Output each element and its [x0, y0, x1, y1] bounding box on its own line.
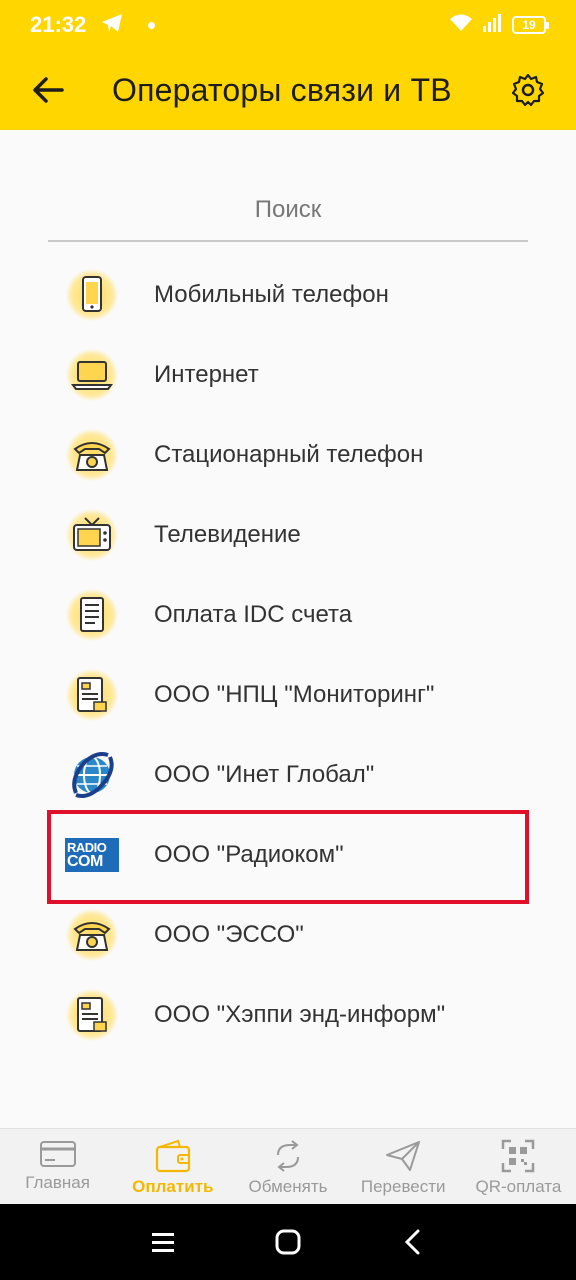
list-item-tv[interactable]: Телевидение	[0, 495, 576, 575]
search-field[interactable]	[48, 180, 528, 242]
page-title: Операторы связи и ТВ	[112, 71, 452, 108]
nav-label: Главная	[25, 1173, 90, 1192]
list-item-label: ООО "НПЦ "Мониторинг"	[154, 681, 435, 708]
home-circle-icon	[275, 1229, 301, 1255]
list-item-npc-monitoring[interactable]: ООО "НПЦ "Мониторинг"	[0, 655, 576, 735]
list-item-label: ООО "ЭССО"	[154, 921, 304, 948]
list-item-landline[interactable]: Стационарный телефон	[0, 415, 576, 495]
list-item-mobile[interactable]: Мобильный телефон	[0, 255, 576, 335]
list-item-label: ООО "Радиоком"	[154, 841, 344, 868]
landline-phone-icon	[62, 905, 122, 965]
card-icon	[39, 1141, 76, 1167]
document-icon	[62, 665, 122, 725]
laptop-icon	[62, 345, 122, 405]
chevron-left-icon	[405, 1229, 420, 1255]
nav-item-pay[interactable]: Оплатить	[115, 1129, 230, 1204]
menu-icon	[151, 1233, 174, 1252]
list-item-label: Оплата IDC счета	[154, 601, 353, 628]
gear-icon	[511, 73, 545, 107]
status-bar: 21:32 19	[0, 0, 576, 50]
notification-dot-icon	[148, 21, 156, 29]
list-item-esso[interactable]: ООО "ЭССО"	[0, 895, 576, 975]
list-item-label: Интернет	[154, 361, 259, 388]
system-back-button[interactable]	[393, 1222, 433, 1262]
recent-apps-button[interactable]	[143, 1222, 183, 1262]
status-time: 21:32	[30, 12, 87, 37]
telegram-icon	[100, 12, 124, 39]
battery-icon: 19	[512, 16, 549, 34]
nav-label: Обменять	[248, 1177, 328, 1196]
list-item-internet[interactable]: Интернет	[0, 335, 576, 415]
list-item-label: Стационарный телефон	[154, 441, 424, 468]
tv-icon	[62, 505, 122, 565]
list-item-label: Мобильный телефон	[154, 281, 389, 308]
globe-icon	[62, 745, 122, 805]
document-icon	[62, 985, 122, 1045]
list-item-happy-end-inform[interactable]: ООО "Хэппи энд-информ"	[0, 975, 576, 1055]
list-item-label: ООО "Инет Глобал"	[154, 761, 375, 788]
send-icon	[386, 1141, 421, 1171]
nav-label: Оплатить	[132, 1177, 214, 1196]
nav-item-exchange[interactable]: Обменять	[230, 1129, 345, 1204]
exchange-icon	[277, 1140, 299, 1172]
wifi-icon	[448, 13, 474, 38]
signal-icon	[482, 13, 504, 38]
landline-phone-icon	[62, 425, 122, 485]
nav-item-home[interactable]: Главная	[0, 1129, 115, 1204]
system-nav-bar	[0, 1204, 576, 1280]
search-input[interactable]	[48, 196, 528, 224]
home-button[interactable]	[268, 1222, 308, 1262]
wallet-icon	[155, 1139, 190, 1173]
list-item-idc-invoice[interactable]: Оплата IDC счета	[0, 575, 576, 655]
nav-label: QR-оплата	[475, 1177, 562, 1196]
nav-item-transfer[interactable]: Перевести	[346, 1129, 461, 1204]
arrow-left-icon	[33, 77, 64, 103]
operator-list: Мобильный телефон Интернет Стационарный …	[0, 255, 576, 1055]
qr-icon	[502, 1139, 535, 1173]
mobile-phone-icon	[62, 265, 122, 325]
nav-label: Перевести	[360, 1177, 446, 1196]
list-item-inet-global[interactable]: ООО "Инет Глобал"	[0, 735, 576, 815]
settings-button[interactable]	[508, 70, 548, 110]
invoice-icon	[62, 585, 122, 645]
bottom-nav: Главная Оплатить Обменять Перевести QR-о…	[0, 1128, 576, 1204]
radiocom-logo-icon: RADIO COM	[62, 825, 122, 885]
list-item-label: ООО "Хэппи энд-информ"	[154, 1001, 446, 1028]
list-item-radiocom[interactable]: RADIO COM ООО "Радиоком"	[0, 815, 576, 895]
list-item-label: Телевидение	[154, 521, 301, 548]
nav-item-qr-pay[interactable]: QR-оплата	[461, 1129, 576, 1204]
back-button[interactable]	[28, 70, 68, 110]
app-bar: Операторы связи и ТВ	[0, 50, 576, 130]
